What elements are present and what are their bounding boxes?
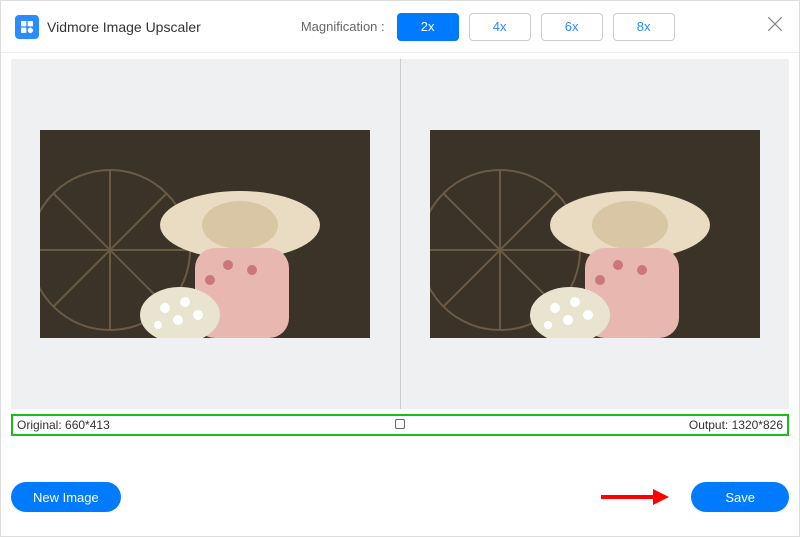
compare-handle[interactable]	[391, 418, 409, 432]
original-size-text: Original: 660*413	[17, 418, 391, 432]
preview-workarea	[11, 59, 789, 409]
magnification-6x-button[interactable]: 6x	[541, 13, 603, 41]
close-icon	[765, 14, 785, 34]
magnification-8x-button[interactable]: 8x	[613, 13, 675, 41]
app-window: Vidmore Image Upscaler Magnification : 2…	[0, 0, 800, 537]
original-size-value: 660*413	[65, 418, 110, 432]
arrow-right-icon	[599, 487, 669, 507]
size-info-bar: Original: 660*413 Output: 1320*826	[11, 414, 789, 436]
magnification-4x-button[interactable]: 4x	[469, 13, 531, 41]
magnification-label: Magnification :	[301, 19, 385, 34]
original-panel	[11, 59, 400, 409]
output-photo-icon	[430, 130, 760, 338]
app-title: Vidmore Image Upscaler	[47, 19, 201, 35]
original-image	[40, 130, 370, 338]
output-size-text: Output: 1320*826	[409, 418, 783, 432]
output-size-value: 1320*826	[732, 418, 783, 432]
header: Vidmore Image Upscaler Magnification : 2…	[1, 1, 799, 53]
output-image	[430, 130, 760, 338]
original-photo-icon	[40, 130, 370, 338]
footer: New Image Save	[11, 474, 789, 520]
magnification-2x-button[interactable]: 2x	[397, 13, 459, 41]
output-panel	[400, 59, 790, 409]
annotation-arrow	[599, 487, 669, 512]
close-button[interactable]	[765, 14, 785, 39]
output-label: Output:	[689, 418, 728, 432]
new-image-button[interactable]: New Image	[11, 482, 121, 512]
original-label: Original:	[17, 418, 62, 432]
app-logo-icon	[15, 15, 39, 39]
save-button[interactable]: Save	[691, 482, 789, 512]
compare-handle-icon	[395, 419, 405, 429]
